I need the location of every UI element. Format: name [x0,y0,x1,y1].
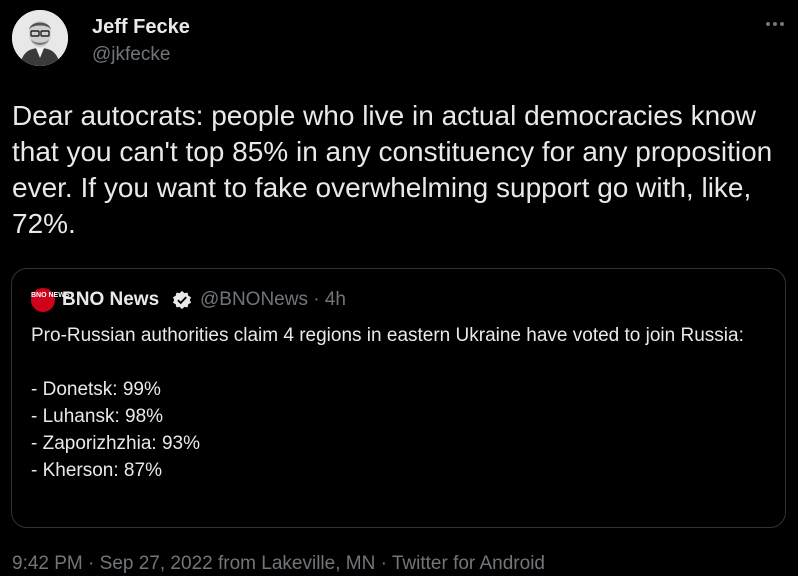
tweet-time[interactable]: 9:42 PM [12,553,83,574]
more-horizontal-icon [766,22,784,26]
tweet-date[interactable]: Sep 27, 2022 [100,553,213,574]
author-avatar[interactable] [12,10,68,66]
author-name[interactable]: Jeff Fecke [92,16,190,39]
tweet-location[interactable]: Lakeville, MN [261,553,375,574]
from-prefix: from [212,553,262,574]
more-options-button[interactable] [760,14,790,38]
quoted-tweet-text: Pro-Russian authorities claim 4 regions … [31,325,744,481]
tweet-text: Dear autocrats: people who live in actua… [12,100,773,239]
author-handle[interactable]: @jkfecke [92,44,170,66]
verified-badge-icon [172,290,192,310]
tweet-source[interactable]: Twitter for Android [392,553,545,574]
quoted-author-name[interactable]: BNO News [62,288,159,312]
quoted-tweet-card[interactable]: BNO NEWS BNO News @BNONews · 4h Pro-Russ… [11,268,786,528]
avatar-portrait-icon [12,10,68,66]
quoted-author-handle-time[interactable]: @BNONews · 4h [200,288,346,312]
meta-separator-2: · [375,553,392,574]
bno-news-logo[interactable]: BNO NEWS [31,288,70,312]
tweet-metadata: 9:42 PM · Sep 27, 2022 from Lakeville, M… [12,553,545,575]
meta-separator: · [82,553,100,574]
